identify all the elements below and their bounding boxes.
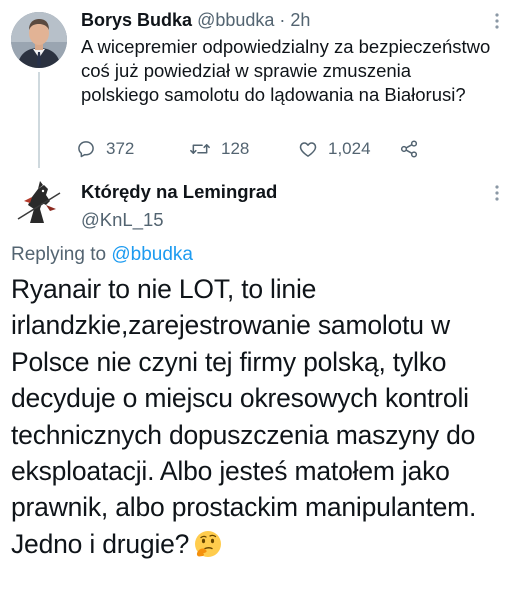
share-button[interactable] [399,137,419,161]
user-handle[interactable]: @bbudka [197,10,274,30]
more-vertical-icon[interactable] [494,184,500,202]
timestamp[interactable]: 2h [290,10,310,30]
tweet-text: A wicepremier odpowiedzialny za bezpiecz… [81,36,491,105]
display-name[interactable]: Którędy na Lemingrad [81,180,277,204]
mention-link[interactable]: @bbudka [111,244,193,265]
reply-button[interactable]: 372 [76,137,134,161]
more-vertical-icon[interactable] [494,12,500,30]
reply-tweet-text: Ryanair to nie LOT, to linie irlandzkie,… [11,271,509,562]
retweet-button[interactable]: 128 [189,137,249,161]
tweet-actions: 372 128 1,024 [72,137,492,161]
replying-to-line: Replying to @bbudka [11,243,193,267]
like-count: 1,024 [328,139,371,158]
avatar-portrait-icon [11,12,67,68]
display-name[interactable]: Borys Budka [81,10,192,30]
user-handle[interactable]: @KnL_15 [81,208,164,232]
retweet-icon [190,144,210,154]
heart-icon [299,142,317,157]
share-icon [400,140,418,158]
reply-bubble-icon [78,141,94,158]
like-button[interactable]: 1,024 [298,137,371,161]
retweet-count: 128 [221,139,250,158]
thread-connector-line [38,72,40,168]
avatar[interactable] [10,175,68,233]
tweet-header: Borys Budka @bbudka · 2h [81,9,310,31]
replying-to-label: Replying to [11,244,107,265]
thinking-face-emoji-icon [193,529,223,559]
knight-logo-icon [10,175,68,233]
reply-text-body: Ryanair to nie LOT, to linie irlandzkie,… [11,274,477,559]
reply-count: 372 [106,139,135,158]
avatar[interactable] [11,12,67,68]
parent-tweet[interactable]: Borys Budka @bbudka · 2h A wicepremier o… [0,0,515,168]
separator-dot: · [279,10,286,30]
